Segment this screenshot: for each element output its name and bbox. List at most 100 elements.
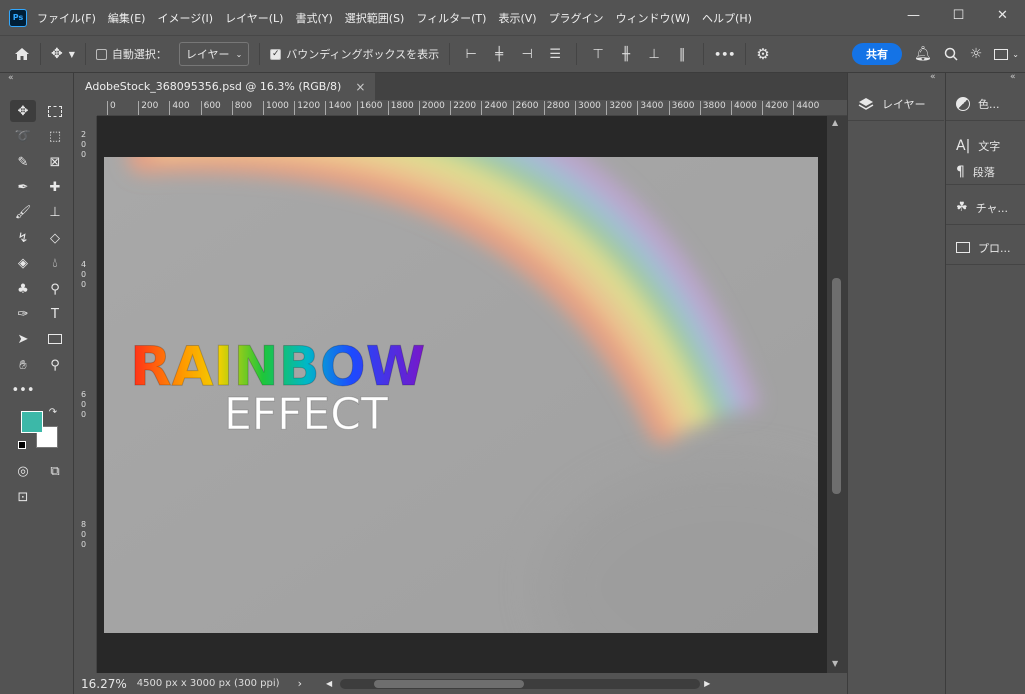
close-button[interactable]: ✕ xyxy=(980,0,1025,30)
quick-mask-icon[interactable]: ◎ xyxy=(10,460,36,482)
align-right-icon[interactable]: ⊣ xyxy=(516,43,538,65)
discover-button[interactable]: ☼ xyxy=(964,36,989,72)
close-tab-icon[interactable]: × xyxy=(355,80,365,94)
document-tab[interactable]: AdobeStock_368095356.psd @ 16.3% (RGB/8)… xyxy=(75,73,376,100)
ruler-label: 1200 xyxy=(294,101,320,115)
foreground-color-swatch[interactable] xyxy=(21,411,43,433)
menu-item[interactable]: 選択範囲(S) xyxy=(339,10,411,26)
menu-item[interactable]: プラグイン xyxy=(543,10,610,26)
share-button[interactable]: 共有 xyxy=(851,43,902,65)
vertical-ruler[interactable]: 200400600800 xyxy=(75,116,97,673)
menu-item[interactable]: イメージ(I) xyxy=(151,10,219,26)
scroll-up-icon[interactable]: ▲ xyxy=(832,118,838,127)
align-top-icon[interactable]: ⊤ xyxy=(587,43,609,65)
hand-tool-icon[interactable]: ✋︎ xyxy=(10,354,36,376)
search-button[interactable] xyxy=(938,36,964,72)
clone-stamp-tool-icon[interactable]: ⊥ xyxy=(42,201,68,223)
collapse-icon[interactable]: « xyxy=(1010,72,1016,82)
settings-button[interactable]: ⚙ xyxy=(750,36,775,72)
move-tool-icon[interactable]: ✥ xyxy=(10,100,36,122)
path-select-tool-icon[interactable]: ➤ xyxy=(10,328,36,350)
channels-panel-button[interactable]: ☘ チャ... xyxy=(946,191,1025,225)
ruler-label: 0 xyxy=(81,540,87,549)
menu-item[interactable]: 表示(V) xyxy=(492,10,542,26)
more-options-button[interactable]: ••• xyxy=(708,36,741,72)
align-middle-v-icon[interactable]: ╫ xyxy=(615,43,637,65)
paragraph-panel-button[interactable]: ¶ 段落 xyxy=(946,159,1025,185)
default-colors-icon[interactable] xyxy=(18,441,26,449)
align-left-icon[interactable]: ⊢ xyxy=(460,43,482,65)
align-center-h-icon[interactable]: ╪ xyxy=(488,43,510,65)
maximize-button[interactable]: ☐ xyxy=(936,0,981,30)
properties-panel-button[interactable]: プロ... xyxy=(946,231,1025,265)
minimize-button[interactable]: — xyxy=(891,0,936,30)
scroll-right-icon[interactable]: ▶ xyxy=(704,679,710,688)
eyedropper-tool-icon[interactable]: ✎ xyxy=(10,151,36,173)
menu-item[interactable]: ファイル(F) xyxy=(31,10,102,26)
distribute-v-icon[interactable]: ‖ xyxy=(671,43,693,65)
frame-tool-icon[interactable]: ⊠ xyxy=(42,151,68,173)
collapse-icon[interactable]: « xyxy=(8,73,14,83)
rectangle-tool-icon[interactable] xyxy=(42,328,68,350)
collapse-icon[interactable]: « xyxy=(930,72,936,82)
pen-tool-icon[interactable]: ✑ xyxy=(10,303,36,325)
layers-label: レイヤー xyxy=(882,97,926,111)
dodge-tool-icon[interactable]: ♣ xyxy=(10,278,36,300)
history-brush-tool-icon[interactable]: ↯ xyxy=(10,227,36,249)
color-sampler-tool-icon[interactable]: ✒ xyxy=(10,176,36,198)
healing-brush-tool-icon[interactable]: ✚ xyxy=(42,176,68,198)
marquee-tool-icon[interactable] xyxy=(42,100,68,122)
object-select-tool-icon[interactable]: ⬚ xyxy=(42,125,68,147)
status-menu-icon[interactable]: › xyxy=(298,677,302,690)
menu-item[interactable]: 編集(E) xyxy=(102,10,152,26)
generative-fill-icon[interactable]: ⊡ xyxy=(10,486,36,508)
edit-toolbar-icon[interactable]: ••• xyxy=(10,379,36,401)
divider xyxy=(703,43,705,65)
checkbox-unchecked-icon xyxy=(95,48,107,60)
scroll-left-icon[interactable]: ◀ xyxy=(326,679,332,688)
horizontal-ruler[interactable]: 0 200 400 600 800 1000 1200 1400 1600 1800 2000 220… xyxy=(97,100,847,116)
menu-item[interactable]: フィルター(T) xyxy=(410,10,492,26)
eraser-tool-icon[interactable]: ◇ xyxy=(42,227,68,249)
menu-item[interactable]: ヘルプ(H) xyxy=(696,10,758,26)
dodge-burn-tool-icon[interactable]: ⚲ xyxy=(42,278,68,300)
color-panel-button[interactable]: 色... xyxy=(946,87,1025,121)
ruler-label: 4 xyxy=(81,260,87,269)
home-button[interactable] xyxy=(0,36,36,72)
character-label: 文字 xyxy=(978,140,1001,153)
zoom-tool-icon[interactable]: ⚲ xyxy=(42,354,68,376)
menu-item[interactable]: レイヤー(L) xyxy=(219,10,289,26)
auto-select-checkbox[interactable]: 自動選択： xyxy=(90,36,173,72)
notifications-button[interactable]: 🔔︎ xyxy=(908,36,938,72)
blur-tool-icon[interactable]: 💧︎ xyxy=(42,252,68,274)
ruler-label: 4200 xyxy=(762,101,788,115)
layers-panel-button[interactable]: レイヤー xyxy=(848,87,944,121)
scroll-down-icon[interactable]: ▼ xyxy=(832,659,838,668)
ruler-label: 3000 xyxy=(575,101,601,115)
brush-tool-icon[interactable]: 🖌︎ xyxy=(10,201,36,223)
type-tool-icon[interactable]: T xyxy=(42,303,68,325)
auto-select-target-dropdown[interactable]: レイヤー ⌄ xyxy=(178,42,250,66)
menu-item[interactable]: ウィンドウ(W) xyxy=(610,10,696,26)
lasso-tool-icon[interactable]: ➰ xyxy=(10,125,36,147)
zoom-level[interactable]: 16.27% xyxy=(75,677,137,691)
vertical-scrollbar[interactable]: ▲ ▼ xyxy=(827,116,847,673)
dropdown-value: レイヤー xyxy=(185,48,230,61)
horizontal-scrollbar[interactable] xyxy=(340,678,701,689)
character-panel-button[interactable]: A| 文字 xyxy=(946,133,1025,159)
scroll-thumb[interactable] xyxy=(832,278,841,494)
bounding-box-checkbox[interactable]: ✓ バウンディングボックスを表示 xyxy=(264,36,445,72)
scroll-thumb[interactable] xyxy=(374,679,525,688)
screen-mode-icon[interactable]: ⧉ xyxy=(42,460,68,482)
ruler-label: 0 xyxy=(107,101,116,115)
move-tool-preset[interactable]: ✥ ▼ xyxy=(45,36,81,72)
paint-bucket-tool-icon[interactable]: ◈ xyxy=(10,252,36,274)
align-bottom-icon[interactable]: ⊥ xyxy=(643,43,665,65)
swap-colors-icon[interactable]: ↷ xyxy=(46,405,60,419)
artwork-subtitle: EFFECT xyxy=(224,389,388,440)
image-canvas[interactable]: RAINBOW EFFECT xyxy=(104,157,818,633)
workspace-button[interactable]: ⌄ xyxy=(988,36,1025,72)
distribute-h-icon[interactable]: ☰ xyxy=(544,43,566,65)
status-bar: 16.27% 4500 px x 3000 px (300 ppi) › ◀ ▶ xyxy=(75,673,847,694)
menu-item[interactable]: 書式(Y) xyxy=(289,10,338,26)
